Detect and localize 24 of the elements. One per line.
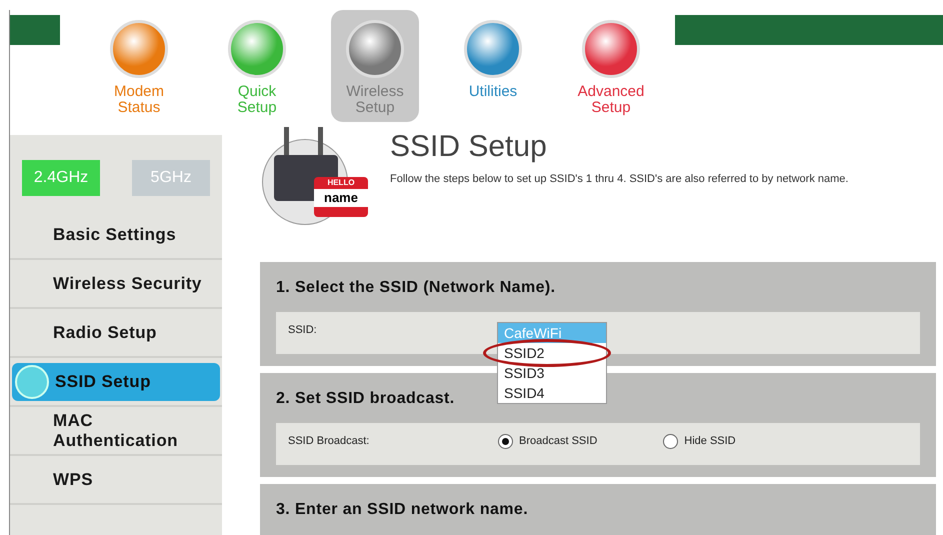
field-label: SSID Broadcast: [288,434,370,449]
field-label: SSID: [288,323,318,338]
nav-tab[interactable]: Advanced Setup [567,10,655,122]
sidebar-item[interactable]: WPS [53,470,203,490]
nav-tab[interactable]: Utilities [449,10,537,122]
sidebar-item[interactable]: MAC Authentication [53,410,203,450]
listbox-option[interactable]: SSID3 [498,363,606,383]
listbox-option[interactable]: SSID4 [498,383,606,403]
sidebar-item[interactable]: Wireless Security [53,274,203,294]
radio-option[interactable]: Hide SSID [663,433,736,450]
listbox-option[interactable]: SSID2 [498,343,606,363]
section-title: 2. Set SSID broadcast. [276,389,455,409]
header-bar [10,15,60,45]
ssid-listbox[interactable]: CafeWiFi SSID2 SSID3 SSID4 [497,322,607,404]
radio-button[interactable] [498,434,513,449]
radio-button[interactable] [663,434,678,449]
sidebar-item[interactable]: Basic Settings [53,224,203,244]
sidebar-item[interactable]: Radio Setup [53,322,203,342]
section-title: 1. Select the SSID (Network Name). [276,278,556,298]
radio-option[interactable]: Broadcast SSID [498,433,598,450]
section-title: 3. Enter an SSID network name. [276,500,528,520]
page-title: SSID Setup [390,129,548,165]
sidebar-item-selected[interactable]: SSID Setup [12,362,220,400]
page-description: Follow the steps below to set up SSID's 1 thru 4. SSID's are also referred to by network name. [390,172,850,187]
